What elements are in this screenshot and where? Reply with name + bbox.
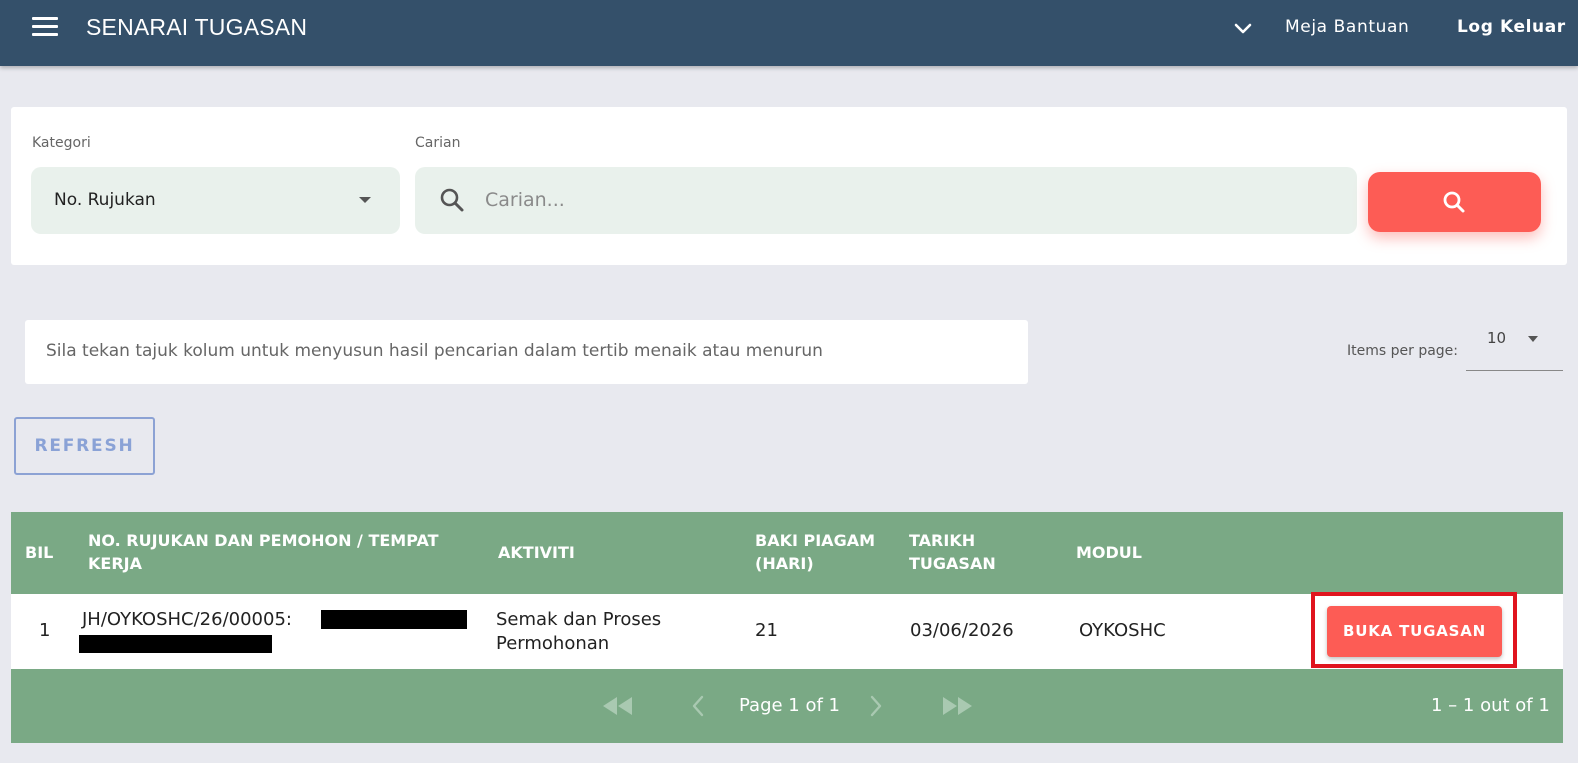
highlight-frame: BUKA TUGASAN <box>1311 592 1517 668</box>
column-header-reference[interactable]: NO. RUJUKAN DAN PEMOHON / TEMPAT KERJA <box>88 529 458 575</box>
open-task-button[interactable]: BUKA TUGASAN <box>1327 606 1502 657</box>
cell-bil: 1 <box>39 620 51 641</box>
prev-page-icon[interactable] <box>689 694 707 718</box>
column-header-bil[interactable]: BIL <box>25 541 85 564</box>
items-per-page-label: Items per page: <box>1347 343 1459 359</box>
search-panel: Kategori Carian No. Rujukan <box>11 107 1567 265</box>
column-header-charter-balance[interactable]: BAKI PIAGAM (HARI) <box>755 529 885 575</box>
top-app-bar: SENARAI TUGASAN Meja Bantuan Log Keluar <box>0 0 1578 66</box>
dropdown-caret-icon <box>1528 336 1538 342</box>
redacted-block <box>321 610 467 629</box>
table-header: BIL NO. RUJUKAN DAN PEMOHON / TEMPAT KER… <box>11 512 1563 594</box>
cell-module: OYKOSHC <box>1079 620 1166 641</box>
category-label: Kategori <box>32 135 91 151</box>
pagination-bar: Page 1 of 1 1 – 1 out of 1 <box>11 669 1563 743</box>
table-row: 1 JH/OYKOSHC/26/00005: Semak dan Proses … <box>11 592 1563 669</box>
category-select-value: No. Rujukan <box>54 190 156 210</box>
column-header-activity[interactable]: AKTIVITI <box>498 541 698 564</box>
cell-task-date: 03/06/2026 <box>910 620 1014 641</box>
dropdown-caret-icon <box>359 197 371 203</box>
search-icon <box>440 188 464 212</box>
items-per-page-value: 10 <box>1487 329 1507 347</box>
page-title: SENARAI TUGASAN <box>86 14 308 40</box>
logout-link[interactable]: Log Keluar <box>1457 17 1566 37</box>
cell-charter-balance: 21 <box>755 620 778 641</box>
search-label: Carian <box>415 135 461 151</box>
cell-reference: JH/OYKOSHC/26/00005: <box>82 609 292 630</box>
search-icon <box>1443 191 1465 213</box>
last-page-icon[interactable] <box>940 695 976 717</box>
range-indicator: 1 – 1 out of 1 <box>1431 695 1550 716</box>
search-button[interactable] <box>1368 172 1541 232</box>
refresh-button[interactable]: REFRESH <box>14 417 155 475</box>
sort-hint: Sila tekan tajuk kolum untuk menyusun ha… <box>25 320 1028 384</box>
search-input[interactable] <box>485 179 1335 221</box>
search-field <box>415 167 1357 234</box>
menu-icon[interactable] <box>32 17 58 37</box>
page-indicator: Page 1 of 1 <box>739 695 840 716</box>
next-page-icon[interactable] <box>867 694 885 718</box>
column-header-module[interactable]: MODUL <box>1076 541 1226 564</box>
category-select[interactable]: No. Rujukan <box>31 167 400 234</box>
column-header-task-date[interactable]: TARIKH TUGASAN <box>909 529 1009 575</box>
redacted-block <box>79 635 272 653</box>
cell-activity: Semak dan Proses Permohonan <box>496 609 662 654</box>
sort-hint-text: Sila tekan tajuk kolum untuk menyusun ha… <box>46 341 823 361</box>
chevron-down-icon[interactable] <box>1232 18 1254 40</box>
items-per-page-select[interactable]: 10 <box>1466 318 1563 371</box>
first-page-icon[interactable] <box>599 695 635 717</box>
help-desk-link[interactable]: Meja Bantuan <box>1285 17 1409 37</box>
